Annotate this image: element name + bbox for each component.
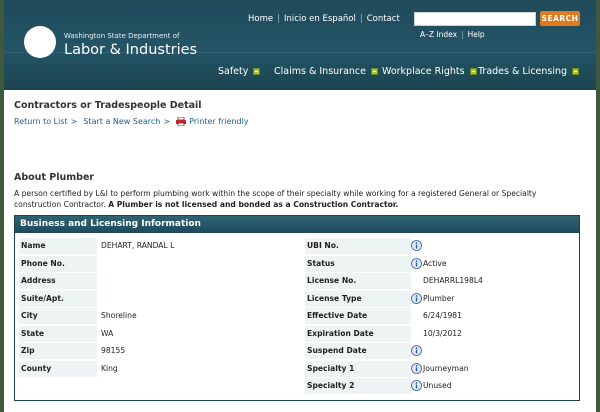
nav-label: Claims & Insurance	[274, 66, 366, 77]
field-value: Shoreline	[101, 311, 137, 320]
field-label: Suite/Apt.	[19, 290, 97, 307]
business-licensing-panel: Business and Licensing Information Name …	[14, 215, 580, 401]
printer-icon	[176, 117, 187, 126]
field-value: Unused	[423, 381, 452, 390]
field-value: King	[101, 363, 118, 373]
search-input[interactable]	[414, 12, 536, 26]
field-label: City	[19, 308, 97, 324]
agency-logo[interactable]: Washington State Department of Labor & I…	[22, 22, 197, 62]
nav-claims-insurance[interactable]: Claims & Insurance	[274, 66, 378, 77]
nav-label: Safety	[218, 66, 249, 77]
nav-bullet-icon	[371, 68, 378, 75]
info-row: State WA Expiration Date 10/3/2012	[19, 325, 575, 344]
field-label: Expiration Date	[305, 325, 411, 342]
nav-safety[interactable]: Safety	[218, 66, 261, 77]
field-value	[97, 256, 293, 272]
nav-label: Workplace Rights	[382, 66, 465, 77]
nav-label: Trades & Licensing	[478, 66, 568, 77]
field-label: Specialty 2	[305, 378, 411, 394]
field-value	[411, 238, 577, 254]
field-value: DEHART, RANDAL L	[101, 241, 175, 250]
info-row: Phone No. Status Active	[19, 255, 575, 274]
about-bold-note: A Plumber is not licensed and bonded as …	[108, 200, 399, 209]
utility-links: A–Z Index | Help	[420, 30, 485, 39]
separator: |	[461, 30, 464, 39]
field-value: WA	[101, 328, 114, 338]
search-button[interactable]: SEARCH	[540, 11, 580, 26]
site-header: Washington State Department of Labor & I…	[4, 0, 596, 90]
field-value: Plumber	[423, 293, 455, 303]
field-label: State	[19, 325, 97, 342]
contact-link[interactable]: Contact	[367, 14, 400, 24]
field-label: Status	[305, 255, 411, 272]
info-row: Address License No. DEHARRL198L4	[19, 273, 575, 291]
info-row: Zip 98155 Suspend Date	[19, 343, 575, 361]
top-links: Home | Inicio en Español | Contact	[248, 14, 400, 24]
field-label: UBI No.	[305, 238, 411, 254]
logo-ring-icon	[24, 26, 56, 58]
field-label: County	[19, 360, 97, 377]
nav-trades-licensing[interactable]: Trades & Licensing	[478, 66, 580, 77]
nav-workplace-rights[interactable]: Workplace Rights	[382, 66, 477, 77]
page-title: Contractors or Tradespeople Detail	[14, 100, 202, 111]
licensing-grid: Name DEHART, RANDAL L UBI No. Phone No. …	[19, 238, 575, 396]
home-link[interactable]: Home	[248, 14, 273, 24]
field-value	[411, 343, 577, 359]
nav-bullet-icon	[572, 68, 580, 75]
field-value: Journeyman	[423, 363, 469, 373]
return-to-list-link[interactable]: Return to List	[14, 117, 68, 126]
main-nav: Safety Claims & Insurance Workplace Righ…	[4, 66, 596, 84]
page-frame-right	[596, 0, 600, 412]
separator: |	[277, 14, 280, 24]
breadcrumb-separator: >	[70, 117, 78, 126]
info-row: Name DEHART, RANDAL L UBI No.	[19, 238, 575, 256]
field-label: Phone No.	[19, 255, 97, 272]
field-label: Suspend Date	[305, 343, 411, 359]
field-label: Name	[19, 238, 97, 254]
breadcrumb: Return to List > Start a New Search > Prin…	[14, 117, 586, 126]
az-index-link[interactable]: A–Z Index	[420, 30, 457, 39]
panel-header: Business and Licensing Information	[15, 216, 579, 233]
new-search-link[interactable]: Start a New Search	[83, 117, 160, 126]
nav-bullet-icon	[469, 68, 477, 75]
field-value: 98155	[101, 346, 126, 355]
field-label: Zip	[19, 343, 97, 359]
main-content: Contractors or Tradespeople Detail Retur…	[14, 100, 586, 401]
help-link[interactable]: Help	[468, 30, 485, 39]
breadcrumb-separator: >	[163, 117, 171, 126]
field-label: Specialty 1	[305, 360, 411, 377]
field-value	[97, 291, 293, 307]
field-value: DEHARRL198L4	[423, 276, 483, 285]
field-value: 6/24/1981	[423, 311, 462, 320]
field-value: 10/3/2012	[423, 328, 462, 338]
info-row: City Shoreline Effective Date 6/24/1981	[19, 308, 575, 326]
field-label: License Type	[305, 290, 411, 307]
field-value: Active	[423, 258, 447, 268]
field-value	[97, 273, 293, 289]
separator: |	[359, 14, 363, 24]
agency-name-big: Labor & Industries	[64, 42, 198, 58]
info-row: Specialty 2 Unused	[19, 378, 575, 396]
agency-name-small: Washington State Department of	[64, 32, 180, 40]
printer-friendly-link[interactable]: Printer friendly	[189, 117, 249, 126]
about-description: A person certified by L&I to perform plu…	[14, 188, 584, 210]
info-row: County King Specialty 1 Journeyman	[19, 360, 575, 379]
field-label: Effective Date	[305, 308, 411, 324]
nav-bullet-icon	[253, 68, 261, 75]
field-label: Address	[19, 273, 97, 289]
field-label: License No.	[305, 273, 411, 289]
spanish-link[interactable]: Inicio en Español	[284, 14, 356, 24]
info-row: Suite/Apt. License Type Plumber	[19, 290, 575, 309]
about-title: About Plumber	[14, 172, 95, 183]
